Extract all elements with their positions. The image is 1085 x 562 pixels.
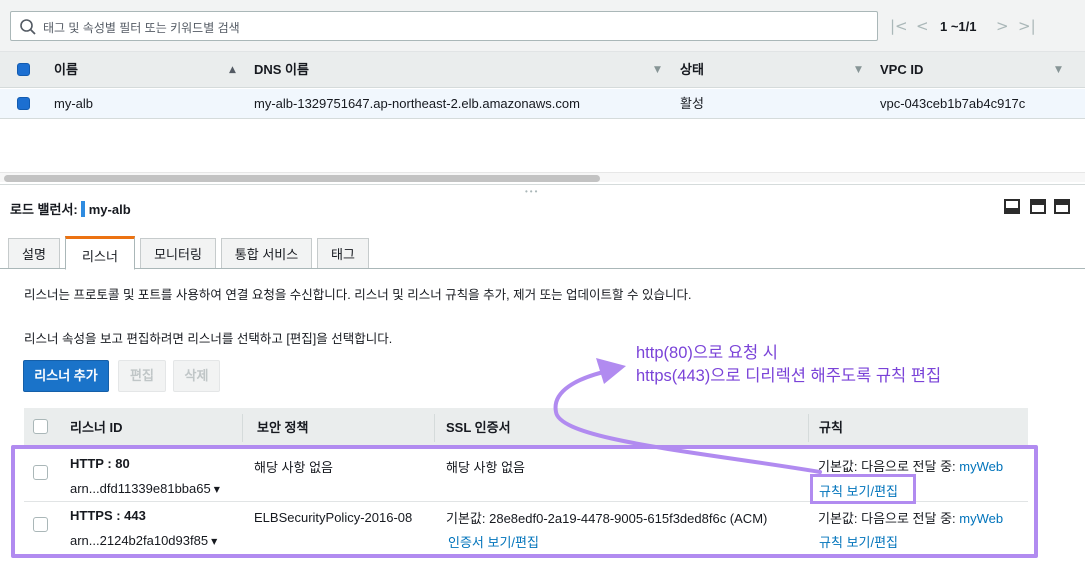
select-all-checkbox[interactable] — [33, 419, 48, 434]
detail-title-prefix: 로드 밸런서: — [10, 202, 78, 217]
tab-divider — [0, 268, 1085, 269]
drag-handle-icon[interactable]: ••• — [525, 187, 539, 196]
pane-divider[interactable] — [0, 184, 1085, 185]
edit-button[interactable]: 편집 — [118, 360, 166, 392]
layout-full-icon[interactable] — [1054, 199, 1070, 214]
scrollbar-thumb[interactable] — [4, 175, 600, 182]
col-ssl-cert[interactable]: SSL 인증서 — [446, 408, 511, 448]
col-rules[interactable]: 규칙 — [819, 408, 843, 448]
lb-vpc: vpc-043ceb1b7ab4c917c — [880, 96, 1026, 111]
lb-name: my-alb — [54, 96, 94, 111]
detail-tabs: 설명 리스너 모니터링 통합 서비스 태그 — [8, 236, 1078, 270]
next-page-icon[interactable]: > — [996, 17, 1009, 35]
delete-button[interactable]: 삭제 — [173, 360, 220, 392]
pagination: |< < 1 ~1/1 > >| — [886, 17, 1076, 37]
col-dns[interactable]: DNS 이름 — [254, 52, 309, 88]
col-name[interactable]: 이름 — [54, 52, 78, 88]
column-divider — [808, 414, 809, 442]
lb-state: 활성 — [680, 96, 704, 111]
chevron-down-icon[interactable]: ▼ — [1055, 52, 1062, 88]
chevron-down-icon[interactable]: ▼ — [654, 52, 661, 88]
detail-title-name: my-alb — [88, 202, 131, 217]
tab-tags[interactable]: 태그 — [317, 238, 369, 269]
annotation-line-2: https(443)으로 디리렉션 해주도록 규칙 편집 — [636, 367, 942, 385]
first-page-icon[interactable]: |< — [890, 17, 908, 35]
column-divider — [242, 414, 243, 442]
search-input[interactable]: 태그 및 속성별 필터 또는 키워드별 검색 — [10, 11, 878, 41]
search-icon — [20, 19, 36, 35]
listener-description: 리스너는 프로토콜 및 포트를 사용하여 연결 요청을 수신합니다. 리스너 및… — [24, 288, 692, 302]
col-security-policy[interactable]: 보안 정책 — [257, 408, 308, 448]
lb-table-header: 이름 ▲ DNS 이름 ▼ 상태 ▼ VPC ID ▼ — [0, 52, 1085, 88]
tab-integrations[interactable]: 통합 서비스 — [221, 238, 312, 269]
layout-bottom-icon[interactable] — [1004, 199, 1020, 214]
listener-help-text: 리스너 속성을 보고 편집하려면 리스너를 선택하고 [편집]을 선택합니다. — [24, 332, 393, 346]
filter-toolbar: 태그 및 속성별 필터 또는 키워드별 검색 |< < 1 ~1/1 > >| — [0, 0, 1085, 52]
col-vpc[interactable]: VPC ID — [880, 52, 923, 88]
detail-title: 로드 밸런서: my-alb — [10, 199, 131, 218]
annotation-rule-link-box — [810, 474, 916, 504]
layout-split-icon[interactable] — [1030, 199, 1046, 214]
select-all-checkbox[interactable] — [17, 63, 30, 76]
col-listener-id[interactable]: 리스너 ID — [70, 408, 123, 448]
table-row[interactable]: my-alb my-alb-1329751647.ap-northeast-2.… — [0, 89, 1085, 119]
annotation-line-1: http(80)으로 요청 시 — [636, 344, 778, 362]
pane-layout-controls — [1004, 199, 1074, 215]
row-checkbox[interactable] — [17, 97, 30, 110]
chevron-down-icon[interactable]: ▼ — [855, 52, 862, 88]
column-divider — [434, 414, 435, 442]
add-listener-button[interactable]: 리스너 추가 — [23, 360, 109, 392]
prev-page-icon[interactable]: < — [916, 17, 929, 35]
page-indicator: 1 ~1/1 — [940, 19, 977, 34]
annotation-text: http(80)으로 요청 시 https(443)으로 디리렉션 해주도록 규… — [636, 342, 941, 388]
tab-monitoring[interactable]: 모니터링 — [140, 238, 216, 269]
lb-dns: my-alb-1329751647.ap-northeast-2.elb.ama… — [254, 96, 580, 111]
col-state[interactable]: 상태 — [680, 52, 704, 88]
last-page-icon[interactable]: >| — [1018, 17, 1036, 35]
search-placeholder: 태그 및 속성별 필터 또는 키워드별 검색 — [43, 21, 240, 35]
tab-listeners[interactable]: 리스너 — [65, 236, 135, 270]
listeners-table-header: 리스너 ID 보안 정책 SSL 인증서 규칙 — [24, 408, 1028, 448]
sort-asc-icon[interactable]: ▲ — [229, 52, 236, 88]
color-bar-icon — [80, 201, 85, 217]
tab-description[interactable]: 설명 — [8, 238, 60, 269]
